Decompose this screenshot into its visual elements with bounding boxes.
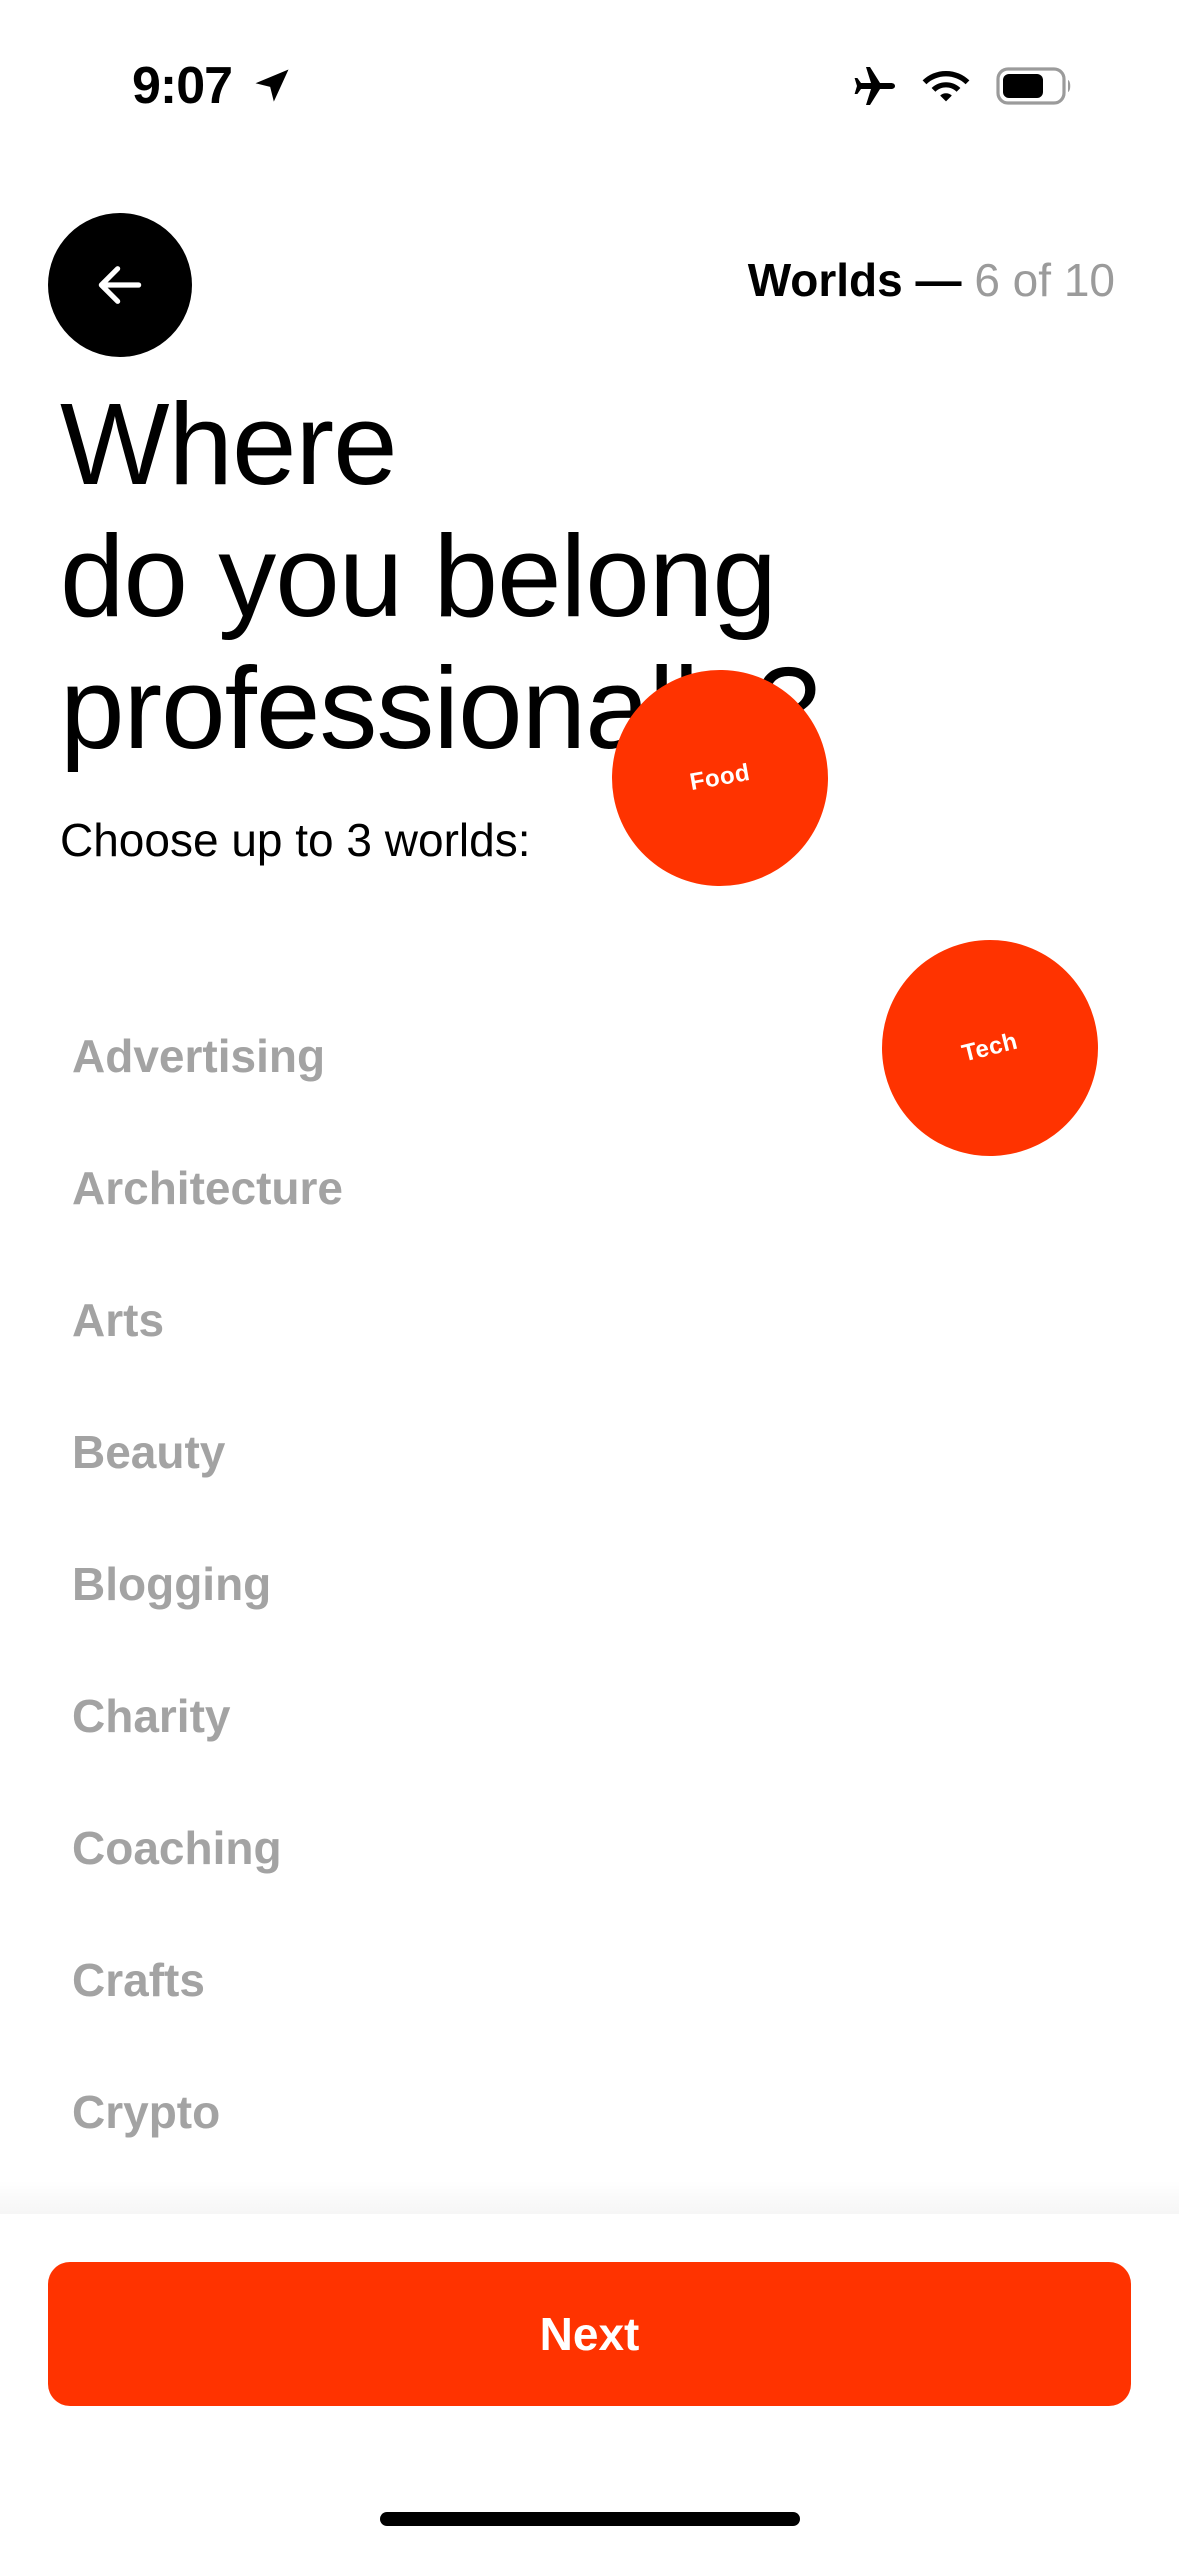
world-option-blogging[interactable]: Blogging xyxy=(0,1518,1179,1650)
world-option-arts[interactable]: Arts xyxy=(0,1254,1179,1386)
page-title: Where do you belong professionally? xyxy=(60,378,1120,774)
airplane-mode-icon xyxy=(854,67,895,105)
page-subtitle: Choose up to 3 worlds: xyxy=(60,814,531,866)
progress-section-label: Worlds xyxy=(747,254,903,306)
worlds-list: Advertising Architecture Arts Beauty Blo… xyxy=(0,990,1179,2178)
world-option-label: Coaching xyxy=(72,1822,282,1874)
world-option-crypto[interactable]: Crypto xyxy=(0,2046,1179,2178)
world-option-label: Architecture xyxy=(72,1162,343,1214)
world-option-label: Crypto xyxy=(72,2086,221,2138)
world-option-label: Charity xyxy=(72,1690,231,1742)
page-title-line: do you belong xyxy=(60,511,777,641)
home-indicator xyxy=(380,2512,800,2526)
selected-world-bubble-label: Food xyxy=(687,758,753,797)
status-time: 9:07 xyxy=(132,57,233,115)
world-option-beauty[interactable]: Beauty xyxy=(0,1386,1179,1518)
world-option-label: Arts xyxy=(72,1294,165,1346)
progress-step-count: 6 of 10 xyxy=(974,254,1115,306)
battery-icon xyxy=(996,67,1071,105)
progress-separator: — xyxy=(915,254,962,306)
onboarding-progress: Worlds — 6 of 10 xyxy=(748,250,1115,310)
world-option-crafts[interactable]: Crafts xyxy=(0,1914,1179,2046)
back-button[interactable] xyxy=(48,213,192,357)
world-option-label: Blogging xyxy=(72,1558,272,1610)
page-title-line: Where xyxy=(60,379,398,509)
location-arrow-icon xyxy=(255,69,289,102)
wifi-icon xyxy=(922,71,970,102)
next-button[interactable]: Next xyxy=(48,2262,1131,2406)
page-title-line: professionally? xyxy=(60,643,820,773)
selected-world-bubble-label: Tech xyxy=(959,1027,1021,1068)
world-option-label: Beauty xyxy=(72,1426,226,1478)
world-option-coaching[interactable]: Coaching xyxy=(0,1782,1179,1914)
world-option-label: Advertising xyxy=(72,1030,326,1082)
bottom-panel-shadow xyxy=(0,2180,1179,2216)
world-option-charity[interactable]: Charity xyxy=(0,1650,1179,1782)
world-option-label: Crafts xyxy=(72,1954,205,2006)
arrow-left-icon xyxy=(98,266,142,304)
